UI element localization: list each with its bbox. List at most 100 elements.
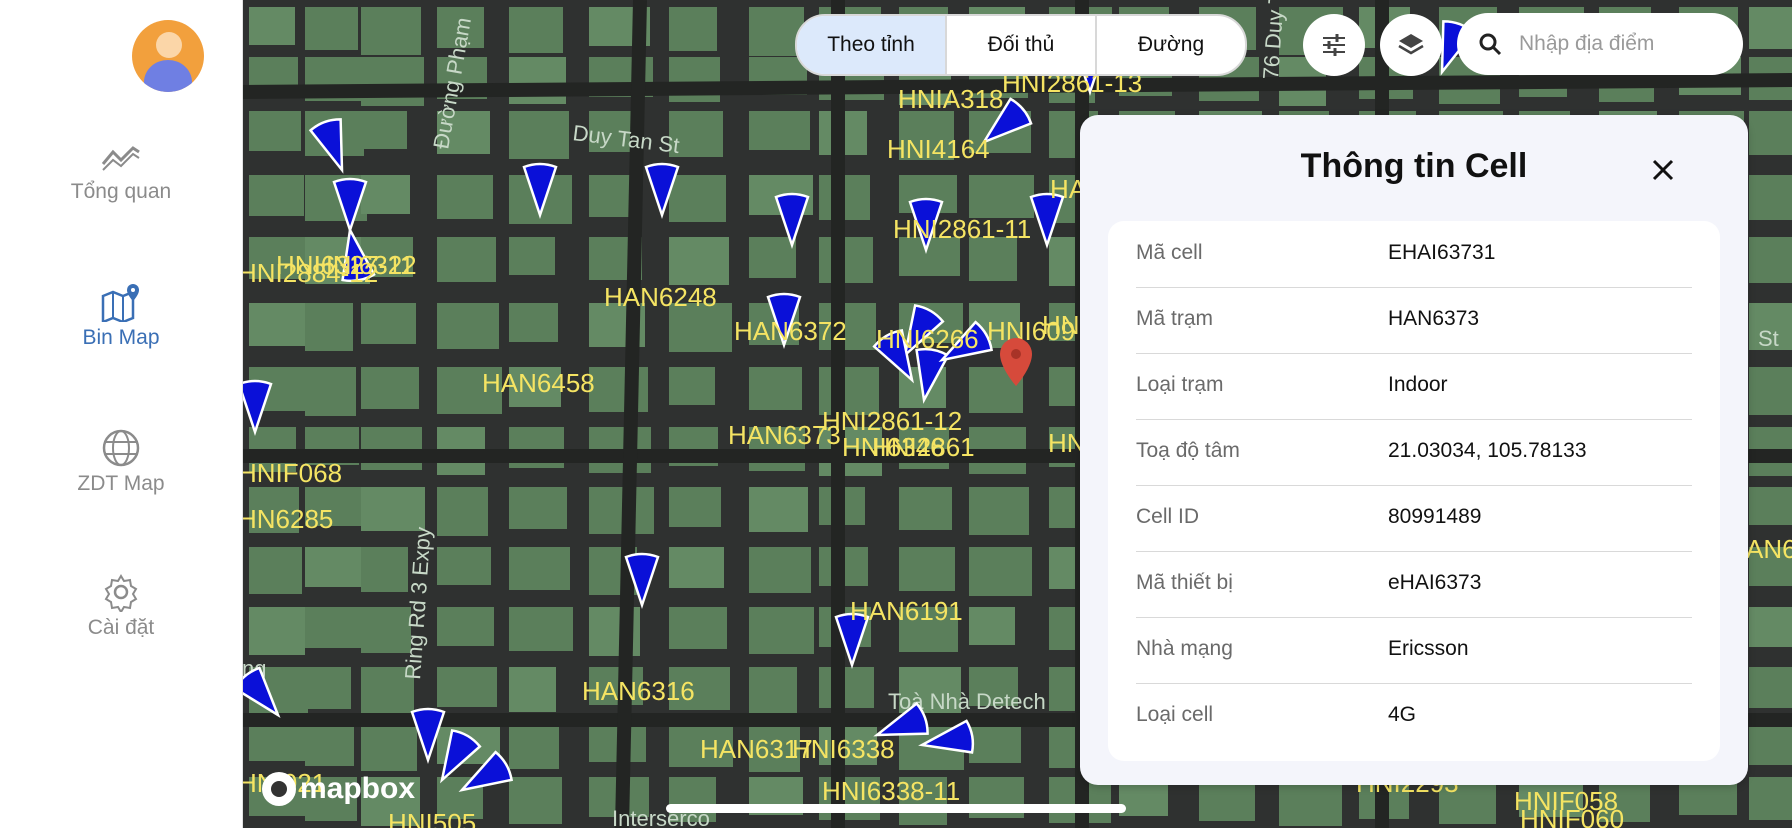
gear-icon (104, 574, 138, 612)
avatar[interactable] (132, 20, 204, 92)
cell-label[interactable]: AN6 (1746, 534, 1792, 564)
map-block (509, 7, 563, 53)
tab-province[interactable]: Theo tỉnh (797, 16, 947, 74)
street-name: St (1758, 326, 1779, 351)
map-block (437, 487, 488, 536)
info-label: Mã cell (1136, 241, 1203, 264)
sidebar-item-settings[interactable]: Cài đặt (0, 572, 242, 640)
map-block (749, 547, 811, 593)
sidebar-item-label: Bin Map (82, 326, 160, 349)
map-block (249, 607, 305, 655)
map-block (1749, 667, 1792, 708)
sidebar-item-bin-map[interactable]: Bin Map (0, 282, 242, 350)
map-block (305, 607, 368, 648)
info-label: Loại trạm (1136, 373, 1224, 396)
tab-competitor[interactable]: Đối thủ (947, 16, 1097, 74)
map-block (249, 303, 310, 346)
map-block (669, 607, 727, 649)
map-block (361, 111, 407, 149)
map-block (509, 111, 569, 159)
cell-label[interactable]: HAN6372 (734, 316, 847, 346)
info-row: Toạ độ tâm 21.03034, 105.78133 (1136, 419, 1692, 486)
map-block (669, 487, 721, 527)
tab-road[interactable]: Đường (1097, 16, 1245, 74)
map-block (969, 175, 1034, 218)
trend-icon (101, 146, 140, 171)
cell-label[interactable]: HAN6458 (482, 368, 595, 398)
map-block (361, 57, 424, 106)
filter-button[interactable] (1303, 14, 1365, 76)
map-block (589, 487, 654, 534)
map-block (305, 547, 365, 587)
cell-label[interactable]: HNI2861 (872, 432, 975, 462)
cell-label[interactable]: HNI4164 (887, 134, 990, 164)
cell-label[interactable]: HN (1042, 310, 1080, 340)
sliders-icon (1323, 34, 1345, 56)
map-block (1749, 487, 1792, 525)
map-block (509, 723, 559, 769)
map-block (305, 7, 358, 50)
cell-label[interactable]: HNI6322 (314, 250, 417, 280)
map-block (509, 303, 558, 342)
map-block (969, 547, 1032, 596)
map-block (509, 607, 573, 651)
sidebar-item-overview[interactable]: Tổng quan (0, 136, 242, 204)
cell-label[interactable]: HAN6248 (604, 282, 717, 312)
search-bar[interactable] (1457, 13, 1743, 75)
map-block (819, 237, 873, 283)
map-pin-icon (101, 284, 139, 322)
sidebar-item-label: Tổng quan (70, 180, 172, 203)
map-block (249, 7, 295, 45)
map-block (669, 367, 715, 405)
cell-label[interactable]: HNI6338-11 (822, 776, 960, 806)
cell-label[interactable]: HAN6373 (728, 420, 841, 450)
info-value: Indoor (1388, 373, 1448, 396)
close-icon[interactable] (1648, 155, 1678, 185)
map-block (749, 111, 810, 150)
cell-label[interactable]: HAN6191 (850, 596, 963, 626)
attribution-text: mapbox (300, 772, 416, 805)
map-block (437, 175, 493, 219)
info-row: Mã thiết bị eHAI6373 (1136, 551, 1692, 618)
map-block (969, 607, 1015, 645)
info-value: 80991489 (1388, 505, 1482, 528)
layers-button[interactable] (1380, 14, 1442, 76)
cell-label[interactable]: HAN6316 (582, 676, 695, 706)
info-label: Loại cell (1136, 703, 1214, 726)
cell-label[interactable]: HNI2861-11 (893, 214, 1031, 244)
search-icon (1479, 33, 1502, 56)
map-block (361, 547, 408, 592)
sidebar-item-label: ZDT Map (77, 472, 165, 495)
sidebar-item-zdt-map[interactable]: ZDT Map (0, 428, 242, 496)
map-block (249, 547, 302, 594)
info-label: Nhà mạng (1136, 637, 1233, 660)
map-block (361, 175, 410, 214)
info-row: Mã trạm HAN6373 (1136, 287, 1692, 354)
layers-icon (1398, 34, 1424, 55)
cell-label[interactable]: HNIA318 (898, 84, 1004, 114)
cell-label[interactable]: HN6285 (242, 504, 333, 534)
map-block (509, 547, 570, 590)
map-block (749, 367, 802, 410)
cell-label[interactable]: HNIF068 (242, 458, 342, 488)
cell-label[interactable]: HNIF060 (1520, 804, 1624, 828)
map-block (669, 7, 717, 51)
map-block (361, 303, 416, 344)
info-label: Toạ độ tâm (1136, 439, 1240, 462)
map-block (361, 487, 425, 531)
search-input[interactable] (1517, 31, 1731, 57)
map-block (361, 723, 417, 771)
filter-tabs: Theo tỉnh Đối thủ Đường (795, 14, 1247, 76)
cell-label[interactable]: HNI6266 (876, 324, 979, 354)
map-block (509, 237, 555, 275)
map-block (509, 487, 567, 529)
cell-label[interactable]: HNI6338 (792, 734, 895, 764)
map-block (1749, 111, 1792, 155)
map-block (437, 237, 496, 282)
sidebar-item-label: Cài đặt (87, 616, 155, 639)
cell-label[interactable]: HNI505 (388, 808, 476, 828)
map-block (305, 667, 351, 709)
map-block (669, 237, 729, 285)
map-block (437, 667, 497, 707)
map-block (899, 547, 955, 591)
